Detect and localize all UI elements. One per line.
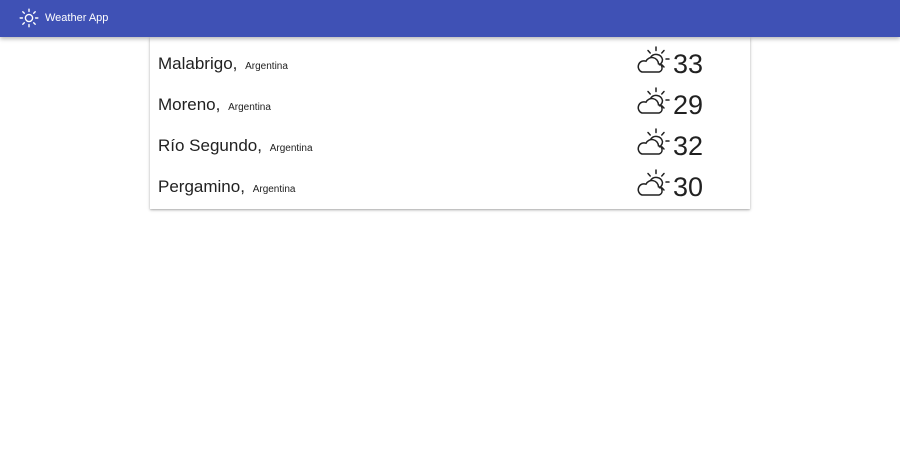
city-name: Pergamino: [158, 177, 241, 196]
temperature: 32: [673, 131, 704, 161]
app-title: Weather App: [45, 12, 109, 24]
city-name: Moreno: [158, 95, 216, 114]
sun-icon[interactable]: [19, 8, 39, 28]
weather-list: Malabrigo, Argentina 33 Moreno, Argentin…: [150, 37, 750, 209]
country-name: Argentina: [245, 61, 288, 72]
country-name: Argentina: [228, 102, 271, 113]
city-label: Río Segundo, Argentina: [158, 136, 313, 159]
city-label: Moreno, Argentina: [158, 95, 271, 118]
separator: ,: [232, 54, 238, 73]
city-label: Malabrigo, Argentina: [158, 54, 288, 77]
list-item[interactable]: Malabrigo, Argentina 33: [150, 40, 750, 81]
list-item[interactable]: Río Segundo, Argentina 32: [150, 122, 750, 163]
separator: ,: [215, 95, 221, 114]
partly-cloudy-icon: [637, 46, 670, 73]
city-name: Malabrigo: [158, 54, 233, 73]
separator: ,: [257, 136, 262, 155]
temperature: 33: [673, 49, 704, 79]
list-item[interactable]: Moreno, Argentina 29: [150, 81, 750, 122]
list-item[interactable]: Pergamino, Argentina 30: [150, 163, 750, 204]
partly-cloudy-icon: [637, 128, 670, 155]
partly-cloudy-icon: [637, 87, 670, 114]
country-name: Argentina: [269, 143, 313, 154]
city-name: Río Segundo: [158, 136, 258, 155]
partly-cloudy-icon: [637, 169, 670, 196]
app-bar: Weather App: [0, 0, 900, 37]
temperature: 30: [673, 172, 704, 202]
country-name: Argentina: [252, 184, 296, 195]
separator: ,: [240, 177, 245, 196]
city-label: Pergamino, Argentina: [158, 177, 296, 200]
temperature: 29: [673, 90, 704, 120]
